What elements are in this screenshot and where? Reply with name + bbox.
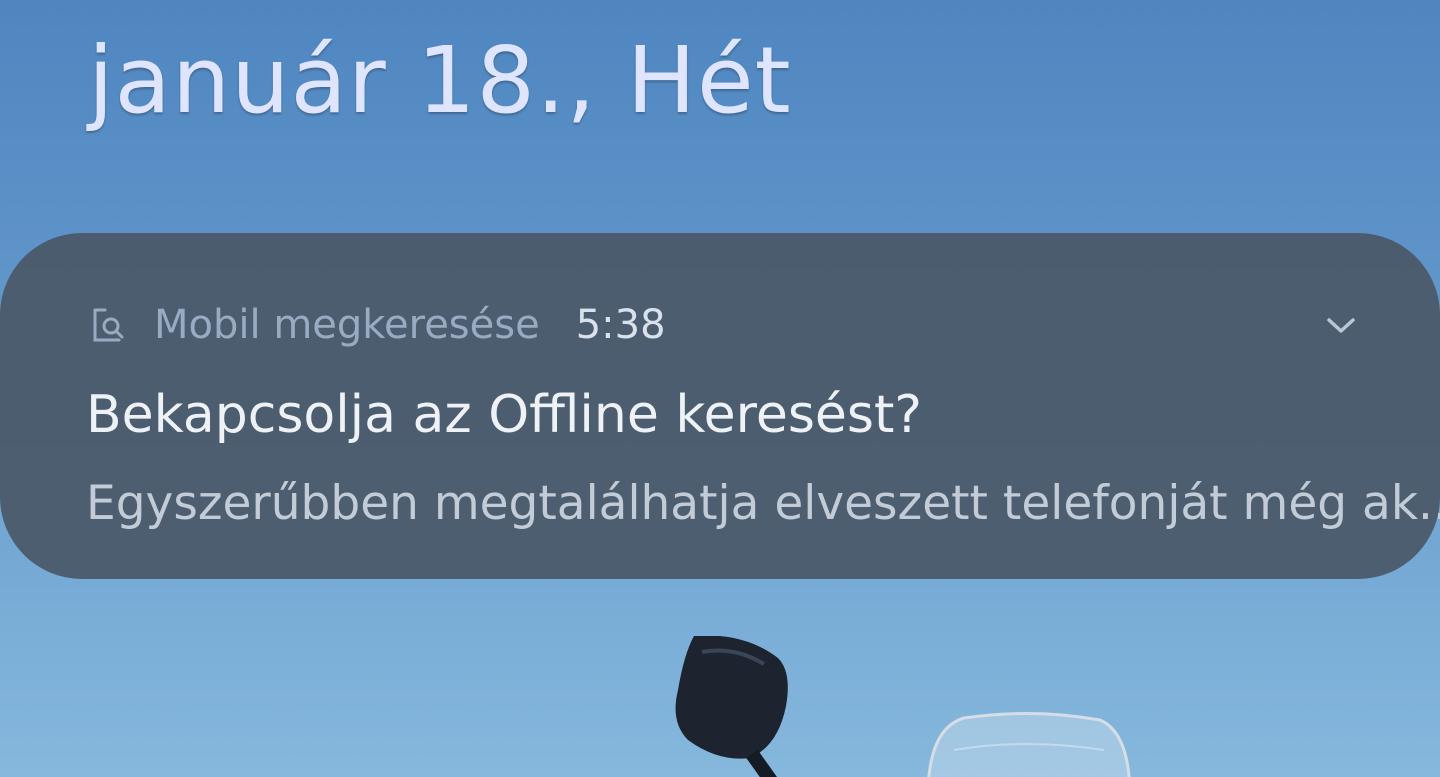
notification-header: Mobil megkeresése 5:38 [88, 298, 666, 352]
lockscreen-date: január 18., Hét [88, 27, 792, 134]
notification-body[interactable]: Egyszerűbben megtalálhatja elveszett tel… [86, 476, 1440, 531]
notification-title[interactable]: Bekapcsolja az Offline keresést? [86, 385, 922, 445]
windshield-image [927, 711, 1131, 777]
scooter-mirror-image [675, 636, 788, 777]
expand-notification-button[interactable] [1318, 306, 1364, 346]
notification-app-name: Mobil megkeresése [154, 302, 540, 348]
chevron-down-icon [1327, 318, 1355, 333]
notification-time: 5:38 [575, 302, 666, 348]
find-my-mobile-icon [88, 305, 128, 345]
